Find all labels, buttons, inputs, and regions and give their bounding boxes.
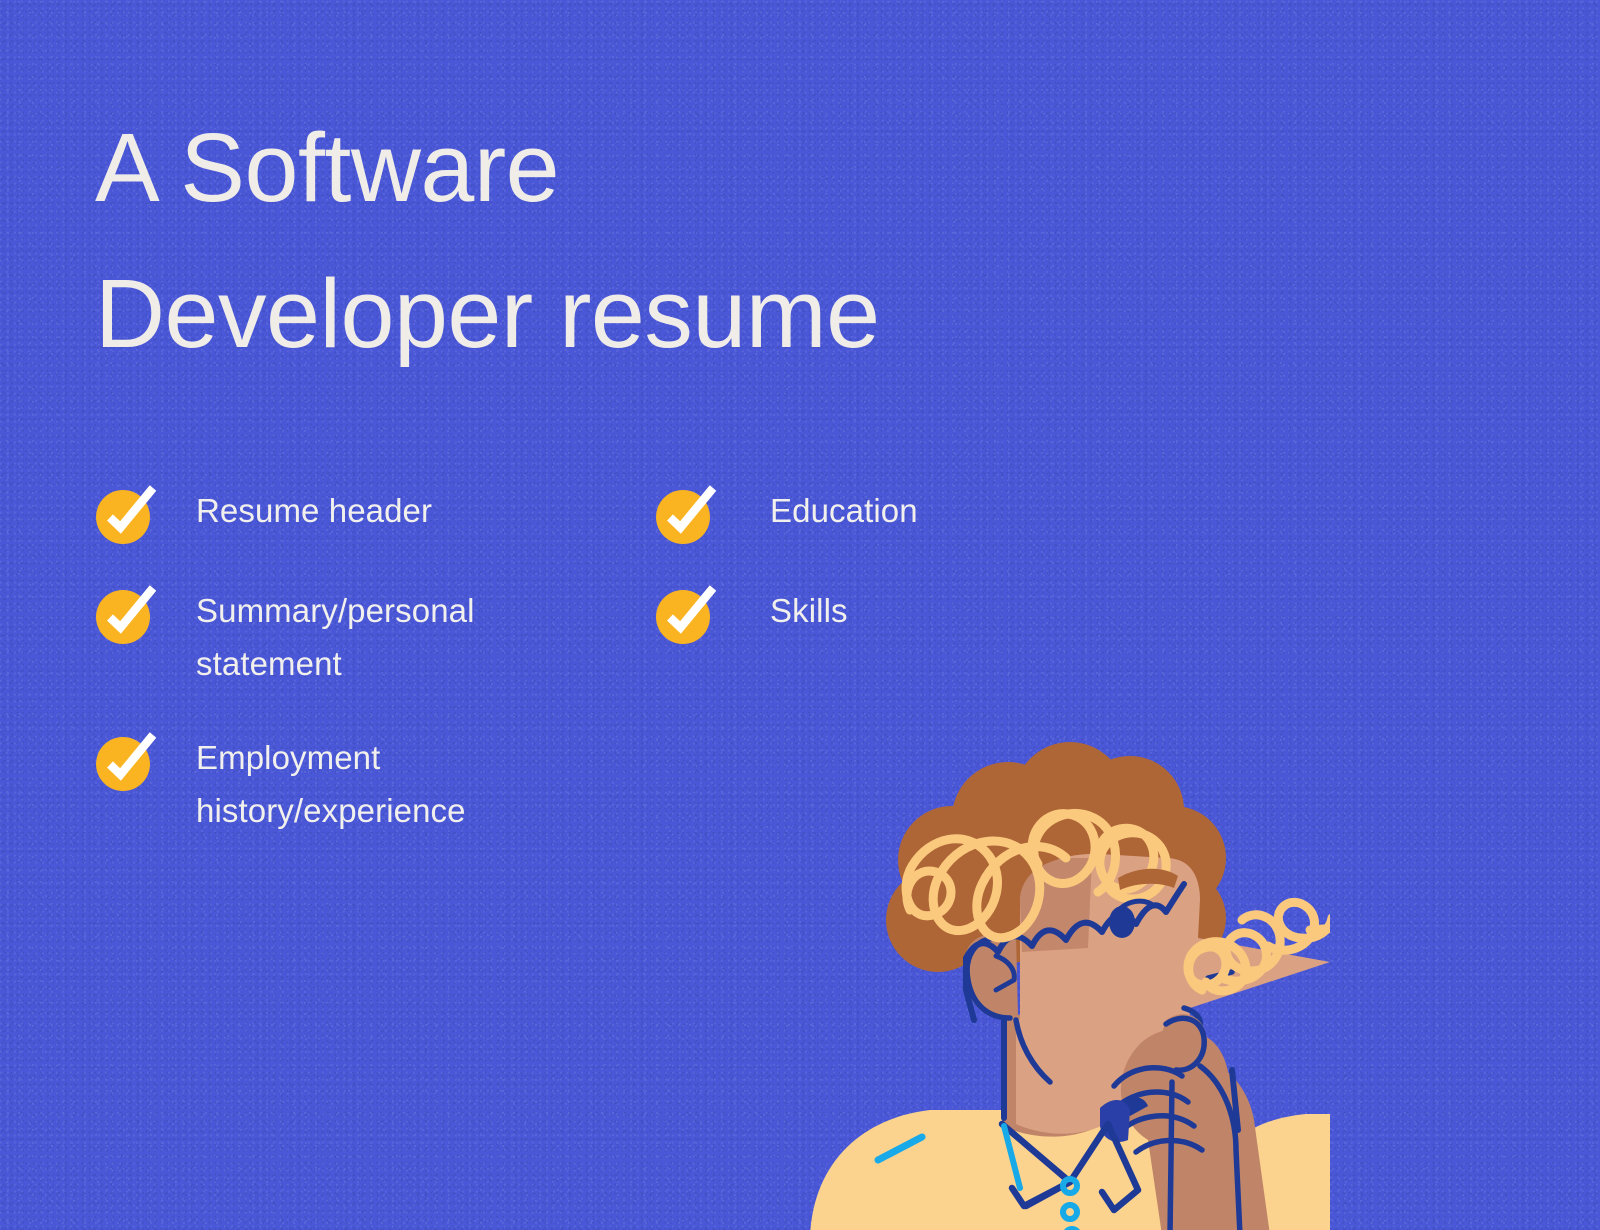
slide-canvas: A Software Developer resume Resume heade… — [0, 0, 1600, 1230]
checklist-item-label: Skills — [770, 592, 848, 629]
checklist-item-summary-personal-statement[interactable]: Summary/personal statement — [96, 585, 616, 691]
check-circle-icon — [96, 485, 157, 544]
checklist-item-label: Resume header — [196, 492, 433, 529]
checklist-right-column: Education Skills — [656, 485, 1076, 644]
checklist-item-label: Employment history/experience — [196, 738, 466, 830]
checklist-left-column: Resume header Summary/personal statement… — [96, 485, 616, 838]
checklist-item-label: Education — [770, 492, 918, 529]
check-circle-icon — [96, 585, 157, 644]
checklist-item-skills[interactable]: Skills — [656, 585, 1076, 644]
checklist-item-employment-history-experience[interactable]: Employment history/experience — [96, 732, 616, 838]
checklist-item-education[interactable]: Education — [656, 485, 1076, 544]
checklist-item-label: Summary/personal statement — [196, 592, 475, 683]
check-circle-icon — [656, 585, 717, 644]
thinking-person-illustration — [770, 690, 1330, 1230]
check-circle-icon — [656, 485, 717, 544]
checklist-item-resume-header[interactable]: Resume header — [96, 485, 616, 544]
check-circle-icon — [96, 732, 157, 791]
page-title: A Software Developer resume — [95, 113, 880, 368]
